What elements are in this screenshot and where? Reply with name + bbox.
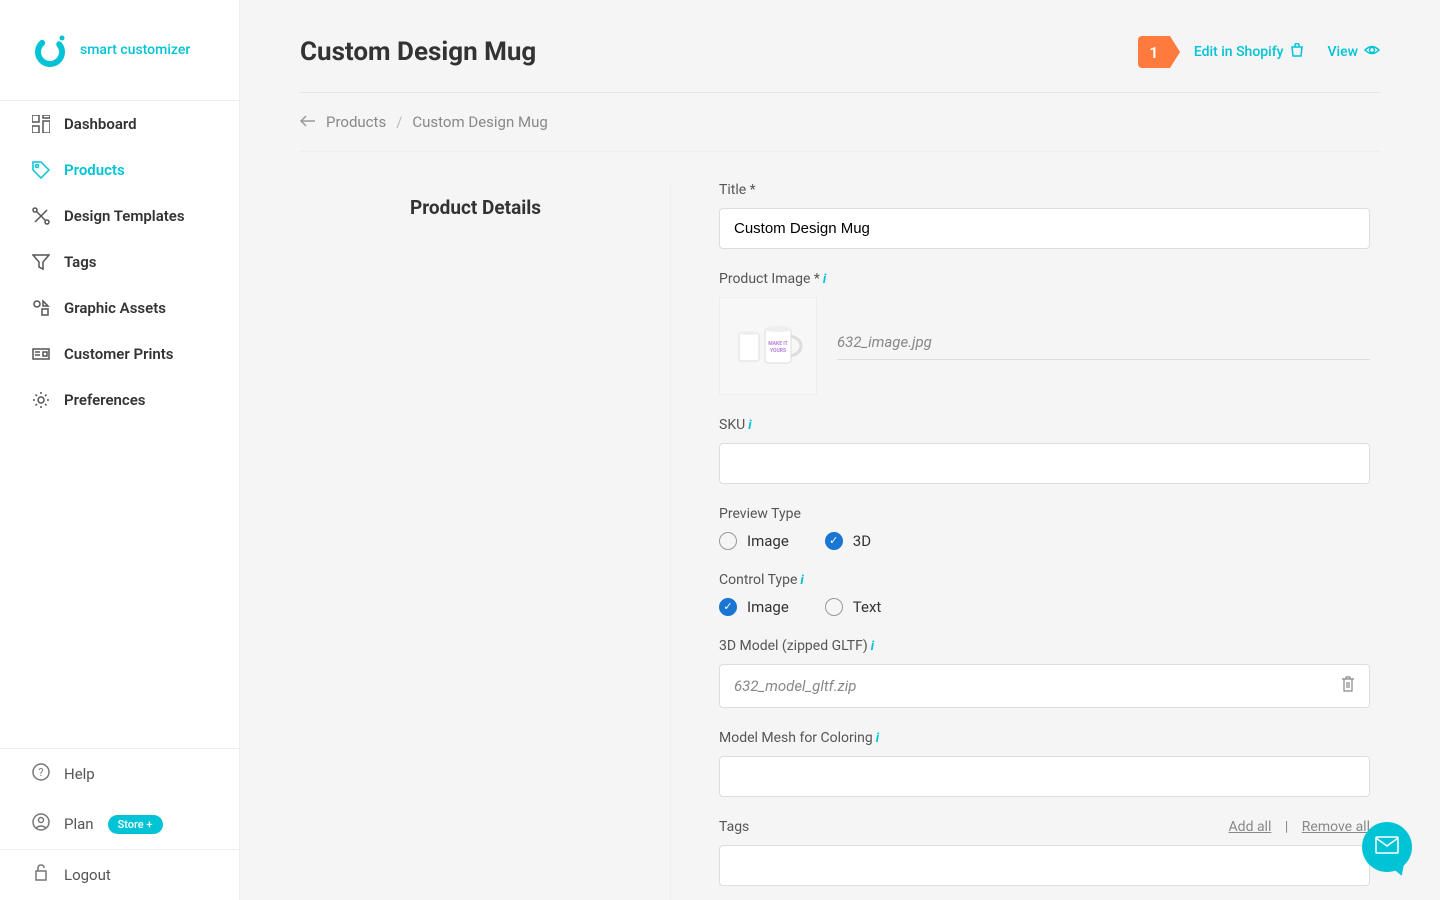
breadcrumb-current: Custom Design Mug bbox=[412, 113, 547, 131]
back-icon[interactable] bbox=[300, 113, 316, 131]
radio-checked-icon bbox=[719, 598, 737, 616]
tag-icon bbox=[32, 161, 50, 179]
content: Product Details Title * Product Image *i bbox=[300, 152, 1380, 900]
view-link[interactable]: View bbox=[1328, 43, 1381, 61]
info-icon[interactable]: i bbox=[823, 272, 826, 287]
radio-label: 3D bbox=[853, 532, 871, 550]
info-icon[interactable]: i bbox=[748, 418, 751, 433]
info-icon[interactable]: i bbox=[871, 639, 874, 654]
sidebar: smart customizer Dashboard Products Des bbox=[0, 0, 240, 900]
remove-all-link[interactable]: Remove all bbox=[1302, 819, 1370, 835]
logout-icon bbox=[32, 864, 50, 886]
radio-label: Image bbox=[747, 598, 789, 616]
radio-icon bbox=[825, 598, 843, 616]
model-file-input[interactable]: 632_model_gltf.zip bbox=[719, 664, 1370, 708]
shopping-bag-icon bbox=[1290, 43, 1304, 61]
logout-link[interactable]: Logout bbox=[0, 849, 239, 900]
section-title: Product Details bbox=[300, 182, 670, 900]
shapes-icon bbox=[32, 299, 50, 317]
help-label: Help bbox=[64, 765, 95, 783]
main-header: Custom Design Mug 1 Edit in Shopify View bbox=[300, 0, 1380, 93]
sidebar-item-label: Dashboard bbox=[64, 115, 137, 133]
view-label: View bbox=[1328, 44, 1359, 60]
sidebar-item-design-templates[interactable]: Design Templates bbox=[0, 193, 239, 239]
title-label: Title * bbox=[719, 182, 1370, 198]
sidebar-item-label: Graphic Assets bbox=[64, 299, 166, 317]
breadcrumb-root[interactable]: Products bbox=[326, 113, 386, 131]
sku-input[interactable] bbox=[719, 443, 1370, 484]
radio-label: Image bbox=[747, 532, 789, 550]
plan-link[interactable]: Plan Store + bbox=[0, 799, 239, 849]
filter-icon bbox=[32, 253, 50, 271]
svg-text:?: ? bbox=[38, 766, 43, 779]
help-link[interactable]: ? Help bbox=[0, 749, 239, 799]
plan-badge: Store + bbox=[108, 815, 163, 834]
sidebar-item-dashboard[interactable]: Dashboard bbox=[0, 101, 239, 147]
prints-icon bbox=[32, 345, 50, 363]
sidebar-item-label: Design Templates bbox=[64, 207, 185, 225]
header-actions: 1 Edit in Shopify View bbox=[1138, 36, 1380, 68]
info-icon[interactable]: i bbox=[876, 731, 879, 746]
step-badge: 1 bbox=[1138, 36, 1170, 68]
sidebar-bottom: ? Help Plan Store + Logout bbox=[0, 748, 239, 900]
sidebar-item-products[interactable]: Products bbox=[0, 147, 239, 193]
dashboard-icon bbox=[32, 115, 50, 133]
sidebar-item-label: Products bbox=[64, 161, 125, 179]
page-title: Custom Design Mug bbox=[300, 37, 536, 67]
logo[interactable]: smart customizer bbox=[0, 0, 239, 100]
product-image-thumb[interactable]: MAKE IT YOURS bbox=[719, 297, 817, 395]
sidebar-item-label: Preferences bbox=[64, 391, 146, 409]
model-filename: 632_model_gltf.zip bbox=[734, 677, 856, 695]
tags-label: Tags bbox=[719, 819, 749, 835]
control-type-label: Control Typei bbox=[719, 572, 1370, 588]
tag-actions: Add all | Remove all bbox=[1229, 819, 1370, 835]
eye-icon bbox=[1364, 43, 1380, 61]
control-type-image-radio[interactable]: Image bbox=[719, 598, 789, 616]
design-icon bbox=[32, 207, 50, 225]
breadcrumb: Products / Custom Design Mug bbox=[300, 93, 1380, 152]
add-all-link[interactable]: Add all bbox=[1229, 819, 1272, 835]
separator: | bbox=[1285, 819, 1288, 835]
sku-label: SKUi bbox=[719, 417, 1370, 433]
radio-checked-icon bbox=[825, 532, 843, 550]
sidebar-item-customer-prints[interactable]: Customer Prints bbox=[0, 331, 239, 377]
preview-type-image-radio[interactable]: Image bbox=[719, 532, 789, 550]
edit-in-shopify-link[interactable]: Edit in Shopify bbox=[1194, 43, 1304, 61]
mesh-label: Model Mesh for Coloringi bbox=[719, 730, 1370, 746]
tags-input[interactable] bbox=[719, 845, 1370, 886]
control-type-text-radio[interactable]: Text bbox=[825, 598, 882, 616]
nav: Dashboard Products Design Templates Tags bbox=[0, 100, 239, 748]
product-image-label: Product Image *i bbox=[719, 271, 1370, 287]
gear-icon bbox=[32, 391, 50, 409]
logout-label: Logout bbox=[64, 866, 111, 884]
product-image-filename[interactable]: 632_image.jpg bbox=[837, 333, 1370, 360]
main: Custom Design Mug 1 Edit in Shopify View bbox=[240, 0, 1440, 900]
trash-icon[interactable] bbox=[1341, 676, 1355, 696]
svg-text:YOURS: YOURS bbox=[770, 348, 786, 354]
sidebar-item-label: Tags bbox=[64, 253, 97, 271]
info-icon[interactable]: i bbox=[800, 573, 803, 588]
model-label: 3D Model (zipped GLTF)i bbox=[719, 638, 1370, 654]
edit-label: Edit in Shopify bbox=[1194, 44, 1284, 60]
radio-icon bbox=[719, 532, 737, 550]
preview-type-3d-radio[interactable]: 3D bbox=[825, 532, 871, 550]
radio-label: Text bbox=[853, 598, 882, 616]
brand-name: smart customizer bbox=[80, 42, 190, 58]
sidebar-item-graphic-assets[interactable]: Graphic Assets bbox=[0, 285, 239, 331]
breadcrumb-separator: / bbox=[396, 113, 402, 131]
preview-type-label: Preview Type bbox=[719, 506, 1370, 522]
sidebar-item-tags[interactable]: Tags bbox=[0, 239, 239, 285]
sidebar-item-label: Customer Prints bbox=[64, 345, 174, 363]
title-input[interactable] bbox=[719, 208, 1370, 249]
sidebar-item-preferences[interactable]: Preferences bbox=[0, 377, 239, 423]
brand-icon bbox=[32, 32, 68, 68]
account-icon bbox=[32, 813, 50, 835]
plan-label: Plan bbox=[64, 815, 94, 833]
mail-icon bbox=[1375, 836, 1399, 858]
help-icon: ? bbox=[32, 763, 50, 785]
chat-button[interactable] bbox=[1362, 822, 1412, 872]
svg-text:MAKE IT: MAKE IT bbox=[768, 341, 788, 347]
mesh-input[interactable] bbox=[719, 756, 1370, 797]
form: Title * Product Image *i bbox=[670, 182, 1380, 900]
